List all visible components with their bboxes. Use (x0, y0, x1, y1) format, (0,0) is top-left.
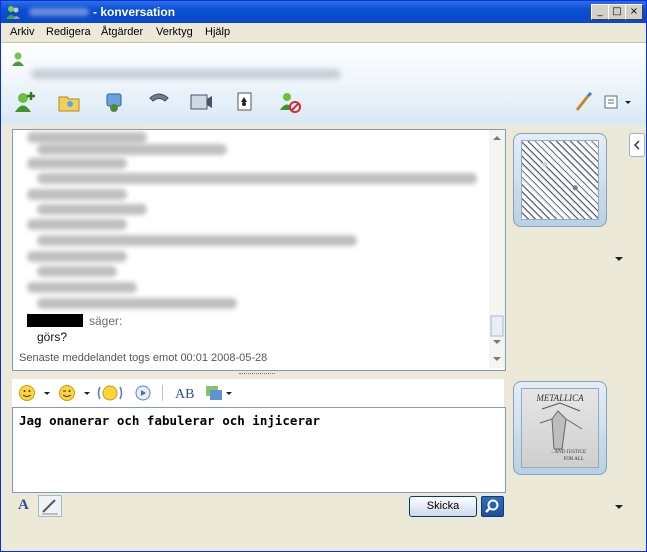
menu-atgarder[interactable]: Åtgärder (101, 26, 143, 38)
album-cover-image: METALLICA ...AND JUSTICE FOR ALL (521, 388, 599, 468)
album-band-text: METALLICA (535, 393, 584, 403)
emoticon-icon[interactable] (18, 384, 58, 402)
font-icon[interactable]: AB (174, 384, 194, 402)
font-icon: A (18, 497, 29, 513)
conversation-scrollbar[interactable] (489, 130, 505, 368)
menu-bar: Arkiv Redigera Åtgärder Verktyg Hjälp (1, 23, 646, 42)
wink-icon[interactable] (58, 384, 98, 402)
last-received-status: Senaste meddelandet togs emot 00:01 2008… (19, 352, 268, 364)
blurred-message (37, 144, 227, 155)
sender-says-label: säger: (89, 314, 123, 328)
background-icon[interactable] (204, 383, 238, 403)
scrollbar-track (490, 136, 504, 361)
contact-display-picture[interactable] (513, 133, 607, 227)
share-folder-icon[interactable] (57, 90, 81, 114)
menu-redigera[interactable]: Redigera (46, 26, 91, 38)
menu-arkiv[interactable]: Arkiv (10, 26, 34, 38)
svg-text:AB: AB (175, 387, 194, 402)
phone-icon[interactable] (147, 90, 171, 114)
maximize-icon: □ (612, 6, 622, 17)
blurred-message (37, 298, 237, 309)
minimize-icon: _ (597, 6, 603, 17)
handwrite-button[interactable] (38, 495, 62, 517)
blurred-message (27, 189, 127, 200)
window-title: - konversation (93, 5, 176, 19)
maximize-button[interactable]: □ (608, 4, 626, 20)
search-icon (485, 499, 499, 513)
message-input-text: Jag onanerar och fabulerar och injicerar (19, 413, 321, 428)
voice-call-icon[interactable] (103, 90, 127, 114)
nudge-icon[interactable] (96, 383, 124, 403)
last-message: görs? (37, 330, 68, 344)
my-picture-menu-arrow[interactable] (615, 505, 623, 509)
close-icon: × (629, 6, 639, 17)
collapse-pictures-button[interactable] (629, 133, 645, 157)
scroll-up-icon (493, 136, 501, 140)
blurred-message (27, 251, 127, 262)
search-button[interactable] (481, 496, 504, 517)
display-options-icon[interactable] (601, 90, 633, 114)
video-icon[interactable] (189, 90, 213, 114)
message-input[interactable]: Jag onanerar och fabulerar och injicerar (12, 407, 506, 493)
album-title-text: ...AND JUSTICE (551, 450, 586, 455)
contact-name-blurred (31, 69, 341, 79)
album-title-text-2: FOR ALL (564, 457, 584, 462)
message-list: säger: görs? (19, 130, 479, 360)
block-icon[interactable] (278, 90, 302, 114)
minimize-button[interactable]: _ (591, 4, 609, 20)
blurred-message (27, 282, 137, 293)
title-contact-name-blurred (29, 8, 89, 16)
blurred-message (37, 204, 147, 215)
redacted-sender (27, 314, 83, 327)
voice-clip-icon[interactable] (134, 384, 154, 402)
toolbar-separator (162, 385, 163, 401)
buddy-icon (12, 52, 24, 66)
messenger-icon (6, 6, 20, 19)
games-icon[interactable] (233, 90, 257, 114)
conversation-history[interactable]: säger: görs? Senaste meddelandet togs em… (12, 129, 506, 371)
title-bar[interactable]: - konversation _ □ × (1, 1, 646, 23)
blurred-message (37, 173, 477, 184)
close-button[interactable]: × (625, 4, 643, 20)
blurred-message (37, 266, 117, 277)
blurred-message (27, 158, 127, 169)
scroll-thumb (490, 315, 504, 337)
menu-verktyg[interactable]: Verktyg (156, 26, 193, 38)
blurred-message (37, 235, 357, 246)
scroll-end-icon (493, 357, 501, 361)
contact-picture-image (521, 140, 599, 220)
font-button[interactable]: A (14, 496, 36, 516)
menu-hjalp[interactable]: Hjälp (205, 26, 230, 38)
conversation-window: - konversation _ □ × Arkiv Redigera Åtgä… (0, 0, 647, 552)
scroll-down-icon (493, 340, 501, 344)
send-button[interactable]: Skicka (409, 496, 477, 517)
compose-toolbar: AB (12, 379, 504, 407)
invite-contact-icon[interactable] (13, 90, 37, 114)
blurred-message (27, 132, 147, 143)
paintbrush-icon[interactable] (574, 90, 594, 114)
album-cover-picture: METALLICA ...AND JUSTICE FOR ALL (535, 393, 586, 462)
blurred-message (27, 219, 127, 230)
conversation-header (1, 42, 646, 125)
pencil-icon (42, 499, 58, 515)
compose-footer: A Skicka (12, 493, 504, 519)
chevron-left-icon (633, 140, 640, 150)
pane-splitter[interactable] (239, 373, 275, 377)
contact-picture-menu-arrow[interactable] (615, 257, 623, 261)
my-display-picture[interactable]: METALLICA ...AND JUSTICE FOR ALL (513, 381, 607, 475)
